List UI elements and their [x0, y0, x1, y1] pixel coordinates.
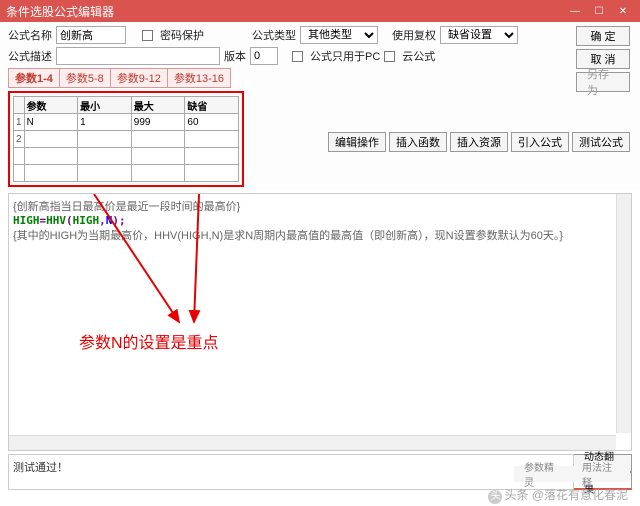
param-table: 参数 最小 最大 缺省 1N199960 2	[13, 96, 239, 182]
code-formula: HIGH=HHV(HIGH,N);	[13, 214, 627, 227]
param-tab-4[interactable]: 参数13-16	[167, 68, 231, 88]
version-input[interactable]	[250, 47, 278, 65]
name-input[interactable]	[56, 26, 126, 44]
insert-res-button[interactable]: 插入资源	[450, 132, 508, 152]
param-tabs: 参数1-4 参数5-8 参数9-12 参数13-16	[8, 68, 632, 88]
desc-label: 公式描述	[8, 48, 52, 64]
pc-label: 公式只用于PC	[310, 48, 380, 64]
ok-button[interactable]: 确 定	[576, 26, 630, 46]
form-area: 公式名称 密码保护 公式类型 其他类型 使用复权 缺省设置 公式描述 版本 公式…	[0, 22, 640, 189]
right-button-column: 确 定 取 消 另存为	[576, 26, 630, 92]
test-fx-button[interactable]: 测试公式	[572, 132, 630, 152]
footer-icon: 头	[488, 490, 502, 504]
auth-select[interactable]: 缺省设置	[440, 26, 518, 44]
cloud-label: 云公式	[402, 48, 435, 64]
code-comment-1: {创新高指当日最高价是最近一段时间的最高价}	[13, 198, 627, 214]
table-row: 2	[14, 131, 239, 148]
name-label: 公式名称	[8, 27, 52, 43]
param-tab-1[interactable]: 参数1-4	[8, 68, 60, 88]
param-tab-2[interactable]: 参数5-8	[59, 68, 111, 88]
mid-buttons: 编辑操作 插入函数 插入资源 引入公式 测试公式	[328, 132, 630, 152]
vertical-scrollbar[interactable]	[616, 194, 631, 433]
password-checkbox[interactable]	[142, 30, 153, 41]
pc-checkbox[interactable]	[292, 51, 303, 62]
close-button[interactable]: ✕	[612, 2, 634, 20]
minimize-button[interactable]: —	[564, 2, 586, 20]
window-title: 条件选股公式编辑器	[6, 3, 564, 20]
footer-watermark: 头头条 @落花有意化春泥	[488, 486, 628, 504]
desc-input[interactable]	[56, 47, 220, 65]
saveas-button[interactable]: 另存为	[576, 72, 630, 92]
param-table-highlight: 参数 最小 最大 缺省 1N199960 2	[8, 91, 244, 187]
maximize-button[interactable]: ☐	[588, 2, 610, 20]
param-header-name: 参数	[24, 97, 78, 114]
param-header-def: 缺省	[185, 97, 239, 114]
type-select[interactable]: 其他类型	[300, 26, 378, 44]
cloud-checkbox[interactable]	[384, 51, 395, 62]
import-fx-button[interactable]: 引入公式	[511, 132, 569, 152]
param-tab-3[interactable]: 参数9-12	[110, 68, 168, 88]
horizontal-scrollbar[interactable]	[9, 435, 616, 450]
insert-fn-button[interactable]: 插入函数	[389, 132, 447, 152]
type-label: 公式类型	[252, 27, 296, 43]
edit-op-button[interactable]: 编辑操作	[328, 132, 386, 152]
table-row: 1N199960	[14, 114, 239, 131]
auth-label: 使用复权	[392, 27, 436, 43]
code-editor[interactable]: {创新高指当日最高价是最近一段时间的最高价} HIGH=HHV(HIGH,N);…	[8, 193, 632, 451]
annotation-text: 参数N的设置是重点	[79, 329, 219, 353]
password-label: 密码保护	[160, 27, 204, 43]
param-header-max: 最大	[131, 97, 185, 114]
code-comment-2: {其中的HIGH为当期最高价，HHV(HIGH,N)是求N周期内最高值的最高值（…	[13, 227, 627, 243]
table-row	[14, 165, 239, 182]
status-text: 测试通过！	[8, 454, 574, 490]
param-header-min: 最小	[78, 97, 132, 114]
side-tab-param[interactable]: 参数精灵	[514, 466, 572, 482]
side-tab-usage[interactable]: 用法注释	[572, 466, 630, 482]
version-label: 版本	[224, 48, 246, 64]
table-row	[14, 148, 239, 165]
window-buttons: — ☐ ✕	[564, 2, 634, 20]
titlebar: 条件选股公式编辑器 — ☐ ✕	[0, 0, 640, 22]
